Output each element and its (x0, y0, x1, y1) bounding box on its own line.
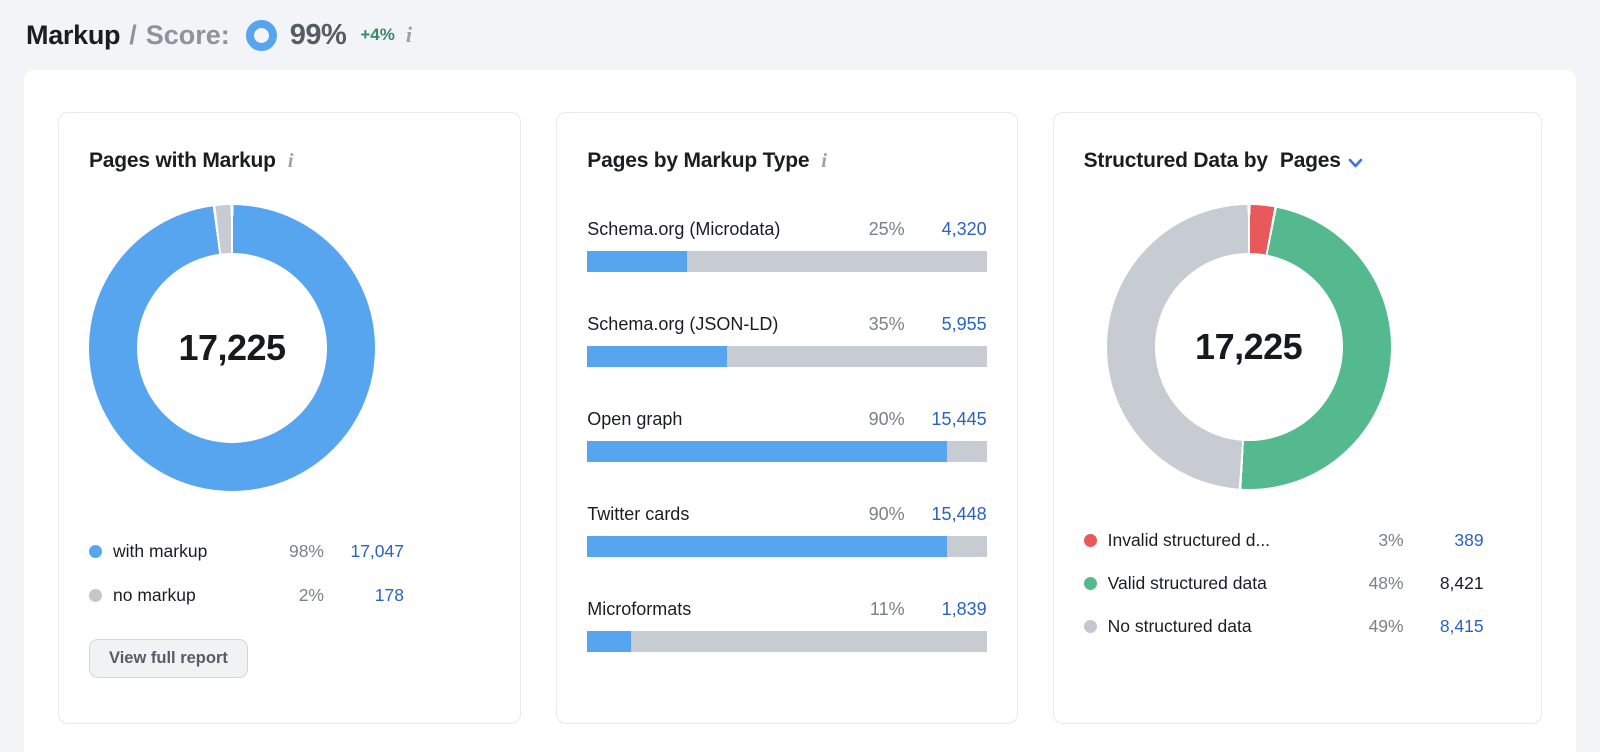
type-label: Schema.org (JSON-LD) (587, 314, 779, 334)
progress-bar-fill (587, 441, 947, 462)
report-header: Markup / Score: 99% +4% i (0, 0, 1600, 70)
structured-data-donut-chart: 17,225 (1106, 205, 1391, 489)
legend-row-valid: Valid structured data 48% 8,421 (1083, 562, 1484, 605)
legend-percent: 49% (1368, 616, 1404, 636)
legend-percent: 48% (1368, 573, 1404, 593)
breadcrumb-separator: / (129, 19, 137, 50)
type-label: Microformats (587, 599, 692, 619)
progress-bar-track (587, 441, 987, 462)
legend-value: 8,421 (1439, 573, 1484, 593)
markup-type-row-open-graph: Open graph 90% 15,445 (587, 409, 987, 462)
legend-label: No structured data (1107, 616, 1252, 636)
legend-row-invalid: Invalid structured d... 3% 389 (1083, 519, 1484, 562)
card-title: Pages with Markup (89, 149, 276, 172)
progress-bar-track (587, 251, 987, 272)
type-label: Open graph (587, 409, 683, 429)
type-percent: 11% (869, 599, 905, 619)
legend-percent: 98% (288, 540, 324, 561)
card-pages-by-markup-type: Pages by Markup Type i Schema.org (Micro… (556, 112, 1018, 724)
type-percent: 90% (868, 504, 905, 524)
score-value: 99% (289, 18, 347, 51)
progress-bar-fill (587, 631, 632, 652)
progress-bar-fill (587, 251, 688, 272)
donut-hole: 17,225 (1154, 253, 1343, 441)
donut-legend: Invalid structured d... 3% 389 Valid str… (1083, 519, 1484, 648)
type-value-link[interactable]: 1,839 (921, 599, 987, 620)
legend-row-none: No structured data 49% 8,415 (1083, 605, 1484, 648)
markup-type-list: Schema.org (Microdata) 25% 4,320 Schema.… (587, 219, 987, 652)
view-full-report-button[interactable]: View full report (89, 639, 248, 678)
progress-bar-track (587, 346, 987, 367)
score-label: Score: (145, 19, 230, 50)
type-label: Schema.org (Microdata) (587, 219, 781, 239)
progress-bar-fill (587, 536, 947, 557)
markup-type-row-jsonld: Schema.org (JSON-LD) 35% 5,955 (587, 314, 987, 367)
donut-hole: 17,225 (137, 253, 327, 443)
markup-type-row-microdata: Schema.org (Microdata) 25% 4,320 (587, 219, 987, 272)
legend-dot-gray (1083, 620, 1097, 633)
donut-total-value: 17,225 (1195, 326, 1303, 367)
pages-dropdown-selector[interactable]: Pages (1280, 149, 1363, 173)
legend-dot-gray (89, 588, 102, 602)
card-title: Structured Data by (1083, 149, 1268, 172)
type-percent: 35% (868, 314, 905, 334)
markup-type-row-twitter-cards: Twitter cards 90% 15,448 (587, 504, 987, 557)
pages-dropdown-value: Pages (1279, 149, 1341, 172)
legend-value-link[interactable]: 178 (324, 585, 404, 606)
type-value-link[interactable]: 4,320 (921, 219, 987, 240)
type-label: Twitter cards (587, 504, 690, 524)
legend-dot-blue (89, 544, 102, 558)
report-panel: Pages with Markup i 17,225 with markup 9… (24, 70, 1576, 752)
progress-bar-track (587, 536, 987, 557)
legend-label: no markup (113, 584, 196, 605)
legend-label: Invalid structured d... (1107, 530, 1271, 550)
markup-type-row-microformats: Microformats 11% 1,839 (587, 599, 987, 652)
card-title: Pages by Markup Type (587, 149, 810, 172)
progress-bar-fill (587, 346, 728, 367)
type-percent: 25% (868, 219, 905, 239)
legend-label: Valid structured data (1107, 573, 1267, 593)
legend-row-with-markup: with markup 98% 17,047 (89, 529, 404, 573)
legend-dot-red (1083, 534, 1097, 547)
info-icon[interactable]: i (288, 151, 294, 171)
info-icon[interactable]: i (406, 24, 412, 46)
legend-value-link[interactable]: 8,415 (1404, 616, 1484, 637)
info-icon[interactable]: i (821, 151, 827, 171)
legend-dot-green (1083, 577, 1097, 590)
legend-row-no-markup: no markup 2% 178 (89, 573, 404, 617)
type-value-link[interactable]: 15,448 (921, 504, 987, 525)
legend-value-link[interactable]: 17,047 (324, 541, 404, 562)
score-ring-icon (245, 19, 277, 51)
chevron-down-icon (1348, 158, 1363, 167)
pages-with-markup-donut-chart: 17,225 (89, 205, 375, 491)
card-structured-data: Structured Data by Pages 17,225 Invalid … (1052, 112, 1542, 724)
progress-bar-track (587, 631, 987, 652)
legend-value-link[interactable]: 389 (1404, 530, 1483, 551)
type-value-link[interactable]: 5,955 (921, 314, 987, 335)
legend-percent: 2% (298, 584, 324, 605)
cards-row: Pages with Markup i 17,225 with markup 9… (58, 112, 1542, 724)
donut-legend: with markup 98% 17,047 no markup 2% 178 (89, 529, 404, 617)
legend-percent: 3% (1378, 530, 1404, 550)
legend-label: with markup (113, 540, 208, 561)
donut-total-value: 17,225 (178, 327, 286, 368)
page-title: Markup (26, 19, 121, 50)
type-value-link[interactable]: 15,445 (921, 409, 987, 430)
score-delta: +4% (360, 25, 395, 44)
type-percent: 90% (868, 409, 905, 429)
card-pages-with-markup: Pages with Markup i 17,225 with markup 9… (58, 112, 522, 724)
